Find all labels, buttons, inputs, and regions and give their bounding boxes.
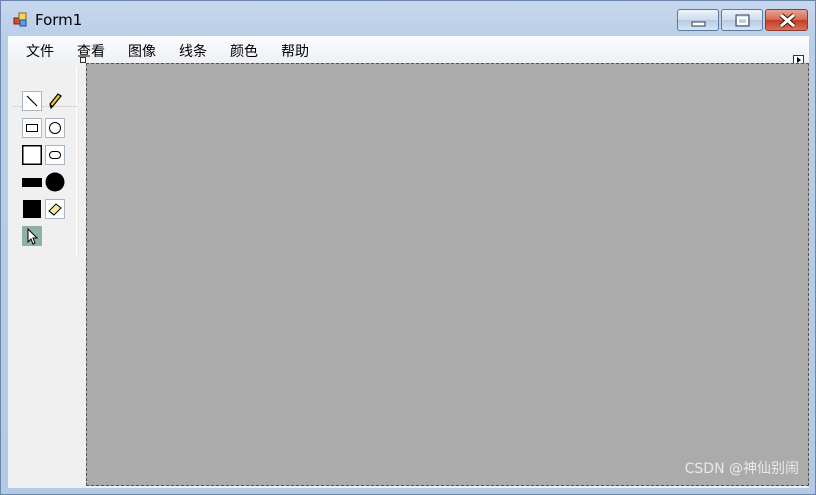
close-icon: [779, 13, 796, 28]
window-title: Form1: [35, 11, 83, 29]
eraser-icon: [45, 199, 65, 219]
filled-square-icon: [23, 200, 41, 218]
form-client-area: 文件 查看 图像 线条 颜色 帮助 CSDN @神仙别闹: [8, 36, 809, 488]
rounded-rect-tool[interactable]: [45, 145, 65, 165]
pencil-icon: [49, 93, 62, 110]
maximize-icon: [735, 14, 750, 27]
minimize-button[interactable]: [677, 9, 719, 31]
title-bar[interactable]: Form1: [1, 1, 815, 35]
close-button[interactable]: [765, 9, 808, 31]
filled-circle-icon: [45, 172, 65, 192]
filled-circle-tool[interactable]: [45, 172, 65, 192]
menu-color[interactable]: 颜色: [230, 41, 258, 61]
filled-rect-tool[interactable]: [22, 172, 42, 192]
menu-image[interactable]: 图像: [128, 41, 156, 61]
app-window: Form1 文件 查看 图像 线条 颜色 帮助 CSDN @神仙别闹: [0, 0, 816, 495]
square-outline-tool[interactable]: [22, 145, 42, 165]
square-outline-icon: [22, 145, 42, 165]
drawing-canvas[interactable]: CSDN @神仙别闹: [86, 63, 809, 486]
pointer-tool[interactable]: [22, 226, 42, 246]
filled-square-tool[interactable]: [22, 199, 42, 219]
minimize-icon: [691, 21, 706, 27]
eraser-tool[interactable]: [45, 199, 65, 219]
diagonal-line-icon: [22, 91, 42, 111]
filled-rect-icon: [22, 178, 42, 187]
menu-line[interactable]: 线条: [179, 41, 207, 61]
arrow-cursor-icon: [22, 226, 42, 246]
rectangle-outline-icon: [22, 118, 42, 138]
menu-help[interactable]: 帮助: [281, 41, 309, 61]
app-icon: [13, 12, 27, 27]
menu-bar: 文件 查看 图像 线条 颜色 帮助: [8, 36, 809, 65]
watermark-text: CSDN @神仙别闹: [684, 461, 799, 477]
menu-file[interactable]: 文件: [26, 41, 54, 61]
rounded-rect-icon: [45, 145, 65, 165]
maximize-button[interactable]: [721, 9, 763, 31]
circle-outline-icon: [45, 118, 65, 138]
rectangle-tool[interactable]: [22, 118, 42, 138]
line-tool[interactable]: [22, 91, 42, 111]
ellipse-tool[interactable]: [45, 118, 65, 138]
pencil-tool[interactable]: [45, 91, 65, 111]
tool-panel: [10, 66, 78, 256]
